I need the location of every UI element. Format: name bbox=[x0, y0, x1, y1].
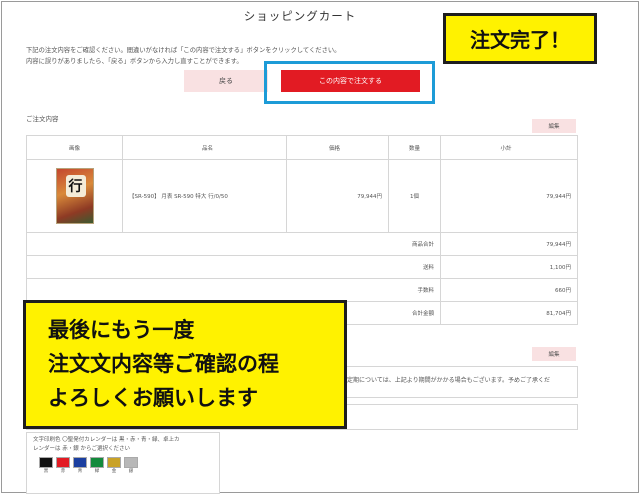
edit-order-button[interactable]: 編集 bbox=[532, 119, 576, 133]
header-subtotal: 小計 bbox=[440, 135, 578, 160]
swatch-labels: 黒 赤 青 緑 金 銀 bbox=[39, 468, 213, 474]
callout-line-1: 最後にもう一度 bbox=[48, 318, 195, 342]
product-qty: 1個 bbox=[388, 159, 441, 233]
swatch-label: 黒 bbox=[43, 469, 49, 474]
summary-label: 送料 bbox=[26, 255, 441, 279]
callout-line-2: 注文文内容等ご確認の程 bbox=[48, 352, 279, 376]
order-section-label: ご注文内容 bbox=[26, 115, 59, 123]
color-swatches bbox=[39, 457, 213, 468]
summary-value: 79,944円 bbox=[440, 232, 578, 256]
product-image-cell: 行 bbox=[26, 159, 123, 233]
product-subtotal: 79,944円 bbox=[440, 159, 578, 233]
edit-notes-button[interactable]: 編集 bbox=[532, 347, 576, 361]
header-image: 画像 bbox=[26, 135, 123, 160]
order-button-highlight bbox=[264, 61, 435, 104]
summary-value: 81,704円 bbox=[440, 301, 578, 325]
swatch-label: 銀 bbox=[128, 469, 134, 474]
swatch-red[interactable] bbox=[56, 457, 70, 468]
product-price: 79,944円 bbox=[286, 159, 389, 233]
confirmation-callout: 最後にもう一度 注文文内容等ご確認の程 よろしくお願いします bbox=[23, 300, 347, 429]
swatch-label: 赤 bbox=[60, 469, 66, 474]
swatch-label: 青 bbox=[77, 469, 83, 474]
print-color-panel: 文字印刷色 〇聖発付カレンダーは 黒・赤・青・緑、卓上カ レンダーは 赤・銀 か… bbox=[26, 432, 220, 494]
table-row: 行 【SR-590】 月表 SR-590 特大 行/0/50 79,944円 1… bbox=[26, 159, 578, 233]
summary-label: 商品合計 bbox=[26, 232, 441, 256]
swatch-label: 金 bbox=[111, 469, 117, 474]
order-complete-callout: 注文完了！ bbox=[443, 13, 597, 64]
product-name: 【SR-590】 月表 SR-590 特大 行/0/50 bbox=[122, 159, 287, 233]
product-thumbnail[interactable]: 行 bbox=[55, 168, 94, 224]
summary-row: 送料 1,100円 bbox=[26, 255, 578, 279]
summary-value: 1,100円 bbox=[440, 255, 578, 279]
swatch-label: 緑 bbox=[94, 469, 100, 474]
header-qty: 数量 bbox=[388, 135, 441, 160]
calendar-glyph-icon: 行 bbox=[65, 175, 86, 197]
summary-label: 手数料 bbox=[26, 278, 441, 302]
header-name: 品名 bbox=[122, 135, 287, 160]
swatch-green[interactable] bbox=[90, 457, 104, 468]
swatch-blue[interactable] bbox=[73, 457, 87, 468]
order-table: 画像 品名 価格 数量 小計 行 【SR-590】 月表 SR-590 特大 行… bbox=[26, 135, 578, 325]
summary-row: 商品合計 79,944円 bbox=[26, 232, 578, 256]
swatch-gold[interactable] bbox=[107, 457, 121, 468]
header-price: 価格 bbox=[286, 135, 389, 160]
table-header-row: 画像 品名 価格 数量 小計 bbox=[26, 135, 578, 160]
swatch-black[interactable] bbox=[39, 457, 53, 468]
summary-row: 手数料 660円 bbox=[26, 278, 578, 302]
callout-line-3: よろしくお願いします bbox=[48, 386, 258, 410]
swatch-silver[interactable] bbox=[124, 457, 138, 468]
color-instruction-line-1: 文字印刷色 〇聖発付カレンダーは 黒・赤・青・緑、卓上カ bbox=[33, 437, 180, 443]
instruction-line-1: 下記の注文内容をご確認ください。間違いがなければ「この内容で注文する」ボタンをク… bbox=[26, 47, 341, 54]
color-instruction-line-2: レンダーは 赤・銀 からご選択ください bbox=[33, 446, 130, 452]
back-button[interactable]: 戻る bbox=[184, 70, 268, 92]
summary-value: 660円 bbox=[440, 278, 578, 302]
notes-text: 定期については、上記より期間がかかる場合もございます。予めご了承くだ bbox=[347, 377, 550, 384]
